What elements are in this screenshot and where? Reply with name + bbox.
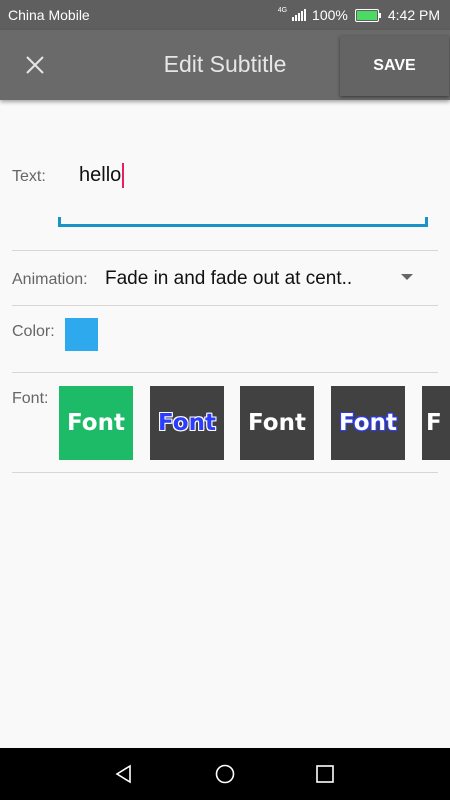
divider (12, 250, 438, 251)
divider (12, 305, 438, 306)
recents-icon (316, 765, 334, 783)
text-cursor (122, 163, 125, 188)
divider (12, 472, 438, 473)
battery-percent: 100% (312, 7, 348, 23)
navigation-bar (0, 748, 450, 800)
font-option-2[interactable]: Font (150, 386, 224, 460)
animation-select[interactable]: Fade in and fade out at cent.. (105, 268, 352, 290)
text-label: Text: (12, 168, 46, 185)
home-icon (215, 764, 235, 784)
battery-icon (354, 8, 381, 22)
color-label: Color: (12, 323, 55, 340)
font-option-text: F (426, 410, 442, 436)
back-button[interactable] (114, 764, 134, 784)
font-option-5[interactable]: F (422, 386, 450, 460)
dropdown-arrow-icon[interactable] (401, 274, 413, 280)
text-input-value: hello (79, 164, 122, 186)
text-input-underline (58, 217, 428, 227)
signal-icon (292, 9, 307, 21)
home-button[interactable] (215, 764, 235, 784)
font-option-text: Font (248, 410, 306, 436)
font-option-4[interactable]: Font (331, 386, 405, 460)
status-bar: China Mobile 4G 100% 4:42 PM (0, 0, 450, 30)
recents-button[interactable] (315, 764, 335, 784)
carrier-name: China Mobile (8, 7, 90, 23)
font-option-1[interactable]: Font (59, 386, 133, 460)
font-option-text: Font (339, 410, 397, 436)
back-icon (115, 764, 131, 784)
font-option-text: Font (67, 410, 125, 436)
save-button[interactable]: SAVE (340, 36, 449, 96)
animation-label: Animation: (12, 271, 88, 288)
divider (12, 372, 438, 373)
font-label: Font: (12, 390, 49, 407)
color-swatch[interactable] (65, 318, 98, 351)
font-option-3[interactable]: Font (240, 386, 314, 460)
font-option-text: Font (158, 410, 216, 436)
app-toolbar: Edit Subtitle SAVE (0, 30, 450, 100)
clock: 4:42 PM (387, 7, 440, 23)
network-type: 4G (277, 6, 288, 14)
text-input[interactable]: hello (79, 163, 125, 188)
